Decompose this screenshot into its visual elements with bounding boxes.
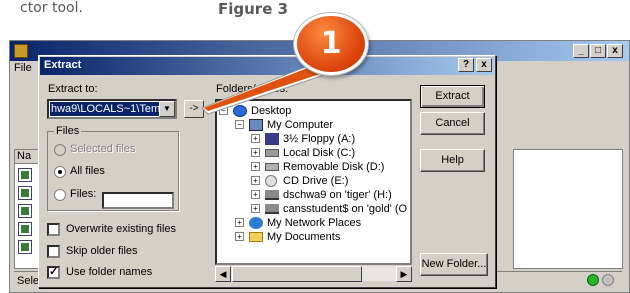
- file-icon: [18, 240, 32, 254]
- overwrite-label: Overwrite existing files: [66, 223, 177, 235]
- skip-older-checkbox[interactable]: [47, 245, 60, 258]
- files-input[interactable]: [102, 192, 174, 209]
- chevron-down-icon[interactable]: ▼: [159, 101, 175, 117]
- tree-label: My Documents: [267, 231, 341, 243]
- files-label: Files:: [70, 188, 97, 200]
- selected-files-label: Selected files: [70, 143, 136, 155]
- close-button[interactable]: x: [607, 44, 623, 58]
- file-list-right[interactable]: [513, 149, 623, 269]
- scroll-left-icon[interactable]: ◀: [215, 266, 231, 282]
- tree-label: CD Drive (E:): [283, 175, 349, 187]
- file-icon: [18, 168, 32, 182]
- desktop-icon: [233, 105, 247, 117]
- network-places-icon: [249, 217, 263, 229]
- background-window-buttons: _ □ x: [573, 44, 623, 58]
- cancel-button[interactable]: Cancel: [420, 112, 485, 135]
- tree-label: Removable Disk (D:): [283, 161, 385, 173]
- winzip-app-icon: [14, 44, 28, 58]
- tree-label: Local Disk (C:): [283, 147, 356, 159]
- files-radio[interactable]: [54, 189, 66, 201]
- dialog-title: Extract: [44, 59, 82, 71]
- menu-file[interactable]: File: [14, 62, 32, 78]
- files-group-label: Files: [54, 125, 82, 137]
- expand-icon[interactable]: +: [235, 218, 244, 227]
- removable-disk-icon: [265, 163, 279, 171]
- extract-button[interactable]: Extract: [420, 85, 485, 108]
- expand-icon[interactable]: +: [235, 232, 244, 241]
- expand-icon[interactable]: +: [251, 190, 260, 199]
- collapse-icon[interactable]: −: [219, 106, 228, 115]
- tree-label: 3½ Floppy (A:): [283, 133, 356, 145]
- status-gray-led-icon: [602, 274, 614, 286]
- figure-caption: Figure 3: [218, 0, 289, 18]
- expand-icon[interactable]: +: [251, 162, 260, 171]
- files-group: Files Selected files All files Files:: [47, 125, 179, 211]
- expand-icon[interactable]: +: [251, 148, 260, 157]
- callout-badge: 1: [294, 13, 368, 75]
- selected-files-radio[interactable]: [54, 144, 66, 156]
- minimize-button[interactable]: _: [573, 44, 589, 58]
- overwrite-checkbox[interactable]: [47, 223, 60, 236]
- expand-icon[interactable]: +: [251, 204, 260, 213]
- expand-icon[interactable]: +: [251, 176, 260, 185]
- file-icon: [18, 204, 32, 218]
- file-icon: [18, 222, 32, 236]
- tree-label: dschwa9 on 'tiger' (H:): [283, 189, 392, 201]
- my-documents-icon: [249, 232, 263, 242]
- tree-label: My Network Places: [267, 217, 362, 229]
- collapse-icon[interactable]: −: [235, 120, 244, 129]
- file-icon: [18, 186, 32, 200]
- extract-to-combobox[interactable]: hwa9\LOCALS~1\Temp ▼: [47, 99, 177, 119]
- maximize-button[interactable]: □: [590, 44, 606, 58]
- help-title-button[interactable]: ?: [458, 58, 474, 72]
- dialog-title-bar: Extract: [40, 57, 494, 75]
- use-folder-names-label: Use folder names: [66, 266, 153, 278]
- extract-dialog: Extract ? x Extract to: hwa9\LOCALS~1\Te…: [38, 55, 496, 288]
- folders-drives-label: Folders/drives:: [216, 83, 289, 95]
- browse-button[interactable]: ->: [184, 100, 204, 118]
- use-folder-names-checkbox[interactable]: [47, 265, 60, 279]
- dialog-close-button[interactable]: x: [476, 58, 492, 72]
- skip-older-label: Skip older files: [66, 245, 138, 257]
- all-files-label: All files: [70, 165, 105, 177]
- my-computer-icon: [249, 119, 263, 131]
- all-files-radio[interactable]: [54, 166, 66, 178]
- network-drive-icon: [265, 190, 279, 200]
- cd-drive-icon: [265, 175, 277, 187]
- scroll-right-icon[interactable]: ▶: [396, 266, 412, 282]
- tree-label: Desktop: [251, 105, 292, 117]
- caption-left: ctor tool.: [20, 0, 83, 16]
- new-folder-button[interactable]: New Folder...: [420, 253, 488, 276]
- hard-disk-icon: [265, 149, 279, 157]
- network-drive-icon: [265, 204, 279, 214]
- tree-label: cansstudent$ on 'gold' (O: [283, 203, 408, 215]
- extract-to-value[interactable]: hwa9\LOCALS~1\Temp: [50, 102, 159, 116]
- floppy-icon: [265, 133, 279, 145]
- status-text: Sele: [17, 275, 40, 287]
- extract-to-label: Extract to:: [48, 83, 98, 95]
- tree-horizontal-scrollbar[interactable]: ◀ ▶: [215, 265, 412, 282]
- status-green-led-icon: [587, 274, 599, 286]
- expand-icon[interactable]: +: [251, 134, 260, 143]
- folder-tree[interactable]: − Desktop − My Computer + 3½ Floppy (A:)…: [215, 99, 412, 265]
- scroll-thumb[interactable]: [232, 266, 362, 282]
- tree-label: My Computer: [267, 119, 334, 131]
- help-button[interactable]: Help: [420, 149, 485, 172]
